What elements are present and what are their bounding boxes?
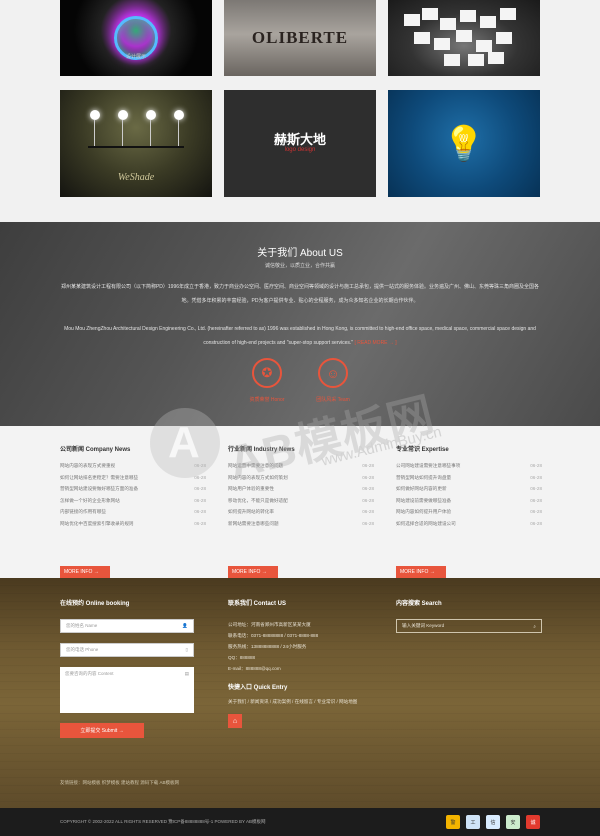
contact-qq: QQ：888888 — [228, 655, 256, 660]
search-input[interactable]: 输入关键词 Keyword ⌕ — [396, 619, 542, 633]
contact-block: 联系我们 Contact US 公司地址：河南省郑州市高新区某某大厦 联系电话：… — [228, 598, 374, 728]
tile-caption: 设计展示 — [125, 54, 146, 60]
tile-caption: OLIBERTE — [251, 28, 349, 47]
list-item[interactable]: 如何做好网站内容的更新 06-28 — [396, 486, 542, 498]
industry-news-title: 行业新闻 Industry News — [228, 447, 295, 453]
about-title: 关于我们 About US — [257, 248, 343, 259]
award-icon: ✪ — [261, 365, 273, 380]
user-icon: 👤 — [182, 623, 188, 628]
booking-title: 在线预约 Online booking — [60, 601, 130, 607]
brand-logo: 赫斯大地 logo design — [273, 132, 326, 154]
about-subtitle: 诚信敬业，以质立业，合作共赢 — [264, 263, 335, 269]
phone-icon: ▯ — [185, 647, 188, 652]
contact-hotline: 服务热线：13888888888 / 24小时服务 — [228, 644, 307, 649]
team-button[interactable]: ☺ — [318, 358, 348, 388]
cards-graphic — [404, 8, 524, 68]
list-item[interactable]: 如何提升网站的转化率 06-28 — [228, 509, 374, 521]
about-section: 关于我们 About US 诚信敬业，以质立业，合作共赢 郑州某某建筑设计工程有… — [0, 222, 600, 426]
portfolio-tile[interactable]: WeShade — [60, 90, 212, 197]
list-item[interactable]: 网站内容如何提升用户体验 06-28 — [396, 509, 542, 521]
quick-entry-title: 快捷入口 Quick Entry — [228, 685, 288, 691]
list-item[interactable]: 移动优化，不能只是做好适配 06-28 — [228, 498, 374, 510]
portfolio-tile[interactable] — [388, 0, 540, 76]
tile-caption: WeShade — [117, 172, 155, 183]
list-item[interactable]: 网站用户体验的重要性 06-28 — [228, 486, 374, 498]
name-input[interactable]: 您的姓名 Name 👤 — [60, 619, 194, 633]
list-item[interactable]: 如何选择合适的网站建设公司 06-28 — [396, 521, 542, 533]
about-text-cn: 郑州某某建筑设计工程有限公司（以下简称PD）1996年成立于香港，致力于商业办公… — [60, 284, 540, 304]
portfolio-tile[interactable]: OLIBERTE — [224, 0, 376, 76]
content-textarea[interactable]: 您要咨询的内容 Content ▤ — [60, 667, 194, 713]
list-item[interactable]: 网站建设前需要做哪些准备 06-28 — [396, 498, 542, 510]
company-news-title: 公司新闻 Company News — [60, 447, 131, 453]
about-text-en: Mou Mou ZhengZhou Architectural Design E… — [64, 326, 536, 346]
lamps-graphic — [80, 110, 192, 160]
team-label[interactable]: 团队风采 Team — [298, 396, 368, 403]
phone-input[interactable]: 您的电话 Phone ▯ — [60, 643, 194, 657]
trust-badge-icon[interactable]: 信 — [486, 815, 500, 829]
list-item[interactable]: 网站优化中百度搜索引擎收录的规则 06-28 — [60, 521, 206, 533]
footer: 在线预约 Online booking 您的姓名 Name 👤 您的电话 Phon… — [0, 578, 600, 808]
honor-label[interactable]: 资质荣誉 Honor — [232, 396, 302, 403]
expertise-more-button[interactable]: MORE INFO → — [396, 566, 446, 578]
company-news: 公司新闻 Company News 网站内容的表现方式要重视 06-28 如何让网… — [60, 444, 206, 584]
list-item[interactable]: 营销型网站建设要做好哪些方面的准备 06-28 — [60, 486, 206, 498]
submit-button[interactable]: 立即提交 Submit → — [60, 723, 144, 738]
search-title: 内容搜索 Search — [396, 601, 442, 607]
expertise-title: 专业常识 Expertise — [396, 447, 449, 453]
read-more-link[interactable]: [ READ MORE → ] — [354, 340, 396, 346]
contact-title: 联系我们 Contact US — [228, 601, 287, 607]
message-icon: ▤ — [184, 671, 189, 676]
home-icon[interactable]: ⌂ — [228, 714, 242, 728]
copyright: COPYRIGHT © 2002-2022 ALL RIGHTS RESERVE… — [60, 819, 266, 824]
list-item[interactable]: 怎样做一个好的企业形象网站 06-28 — [60, 498, 206, 510]
list-item[interactable]: 网站内容的表现方式如何策划 06-28 — [228, 475, 374, 487]
portfolio-tile[interactable]: 设计展示 — [60, 0, 212, 76]
lightbulb-icon: 💡 — [442, 124, 486, 163]
security-badge-icon[interactable]: 安 — [506, 815, 520, 829]
list-item[interactable]: 新网站需要注意哪些问题 06-28 — [228, 521, 374, 533]
portfolio-tile[interactable]: 💡 — [388, 90, 540, 197]
honor-button[interactable]: ✪ — [252, 358, 282, 388]
industry-more-button[interactable]: MORE INFO → — [228, 566, 278, 578]
news-section: 公司新闻 Company News 网站内容的表现方式要重视 06-28 如何让网… — [0, 426, 600, 578]
booking-form: 在线预约 Online booking 您的姓名 Name 👤 您的电话 Phon… — [60, 598, 194, 738]
portfolio-tile[interactable]: 赫斯大地 logo design — [224, 90, 376, 197]
team-icon: ☺ — [326, 365, 340, 381]
list-item[interactable]: 网站运营中需要注意的问题 06-28 — [228, 463, 374, 475]
list-item[interactable]: 公司网站建设需要注意哪些事项 06-28 — [396, 463, 542, 475]
contact-address: 公司地址：河南省郑州市高新区某某大厦 — [228, 622, 311, 627]
portfolio-grid: 设计展示 OLIBERTE WeShade 赫斯大地 logo design 💡 — [0, 0, 600, 222]
contact-phone: 联系电话：0371-88888888 / 0371-8888-888 — [228, 633, 319, 638]
certification-badges: 警 工 信 安 诚 — [446, 815, 540, 829]
friend-links[interactable]: 友情链接：网站模板 织梦模板 建站教程 源码下载 AB模板网 — [60, 780, 179, 786]
page: 设计展示 OLIBERTE WeShade 赫斯大地 logo design 💡… — [0, 0, 600, 836]
search-block: 内容搜索 Search 输入关键词 Keyword ⌕ — [396, 598, 542, 633]
list-item[interactable]: 营销型网站如何提升询盘量 06-28 — [396, 475, 542, 487]
expertise-news: 专业常识 Expertise 公司网站建设需要注意哪些事项 06-28 营销型网站… — [396, 444, 542, 584]
search-icon[interactable]: ⌕ — [533, 624, 536, 629]
list-item[interactable]: 如何让网站排名更稳定？需要注意哪些 06-28 — [60, 475, 206, 487]
list-item[interactable]: 内部链接的作用有哪些 06-28 — [60, 509, 206, 521]
bottom-bar: COPYRIGHT © 2002-2022 ALL RIGHTS RESERVE… — [0, 808, 600, 836]
police-badge-icon[interactable]: 警 — [446, 815, 460, 829]
integrity-badge-icon[interactable]: 诚 — [526, 815, 540, 829]
icp-badge-icon[interactable]: 工 — [466, 815, 480, 829]
list-item[interactable]: 网站内容的表现方式要重视 06-28 — [60, 463, 206, 475]
quick-links[interactable]: 关于我们 / 新闻资讯 / 成功案例 / 在线留言 / 专业常识 / 网站地图 — [228, 697, 374, 706]
contact-email: E-mail：888888@qq.com — [228, 666, 281, 671]
company-more-button[interactable]: MORE INFO → — [60, 566, 110, 578]
industry-news: 行业新闻 Industry News 网站运营中需要注意的问题 06-28 网站内… — [228, 444, 374, 584]
